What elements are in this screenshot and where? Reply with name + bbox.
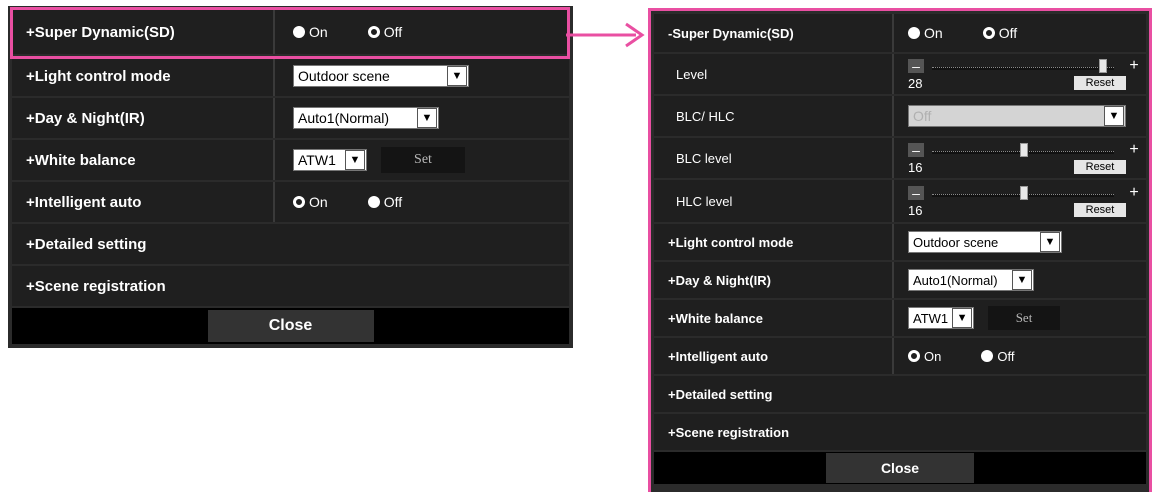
detailed-setting-label[interactable]: +Detailed setting	[12, 224, 569, 264]
white-balance-set-button[interactable]: Set	[381, 147, 465, 173]
row-light-control: +Light control mode Outdoor scene ▼	[12, 56, 569, 98]
select-value: Auto1(Normal)	[298, 110, 390, 126]
radio-dot-icon	[367, 196, 380, 208]
highlight-box	[10, 7, 570, 59]
row-white-balance: +White balance ATW1 ▼ Set	[12, 140, 569, 182]
radio-label: On	[309, 194, 328, 210]
light-control-cell: Outdoor scene ▼	[273, 56, 569, 96]
radio-selected-icon	[293, 196, 305, 208]
row-intelligent-auto: +Intelligent auto On Off	[12, 182, 569, 224]
chevron-down-icon: ▼	[447, 66, 467, 86]
day-night-select[interactable]: Auto1(Normal) ▼	[293, 107, 439, 129]
white-balance-cell: ATW1 ▼ Set	[273, 140, 569, 180]
row-day-night: +Day & Night(IR) Auto1(Normal) ▼	[12, 98, 569, 140]
day-night-label[interactable]: +Day & Night(IR)	[12, 98, 273, 138]
chevron-down-icon: ▼	[417, 108, 437, 128]
light-control-label[interactable]: +Light control mode	[12, 56, 273, 96]
row-detailed-setting: +Detailed setting	[12, 224, 569, 266]
highlight-frame	[648, 8, 1152, 492]
white-balance-select[interactable]: ATW1 ▼	[293, 149, 367, 171]
select-value: ATW1	[298, 152, 336, 168]
intelligent-auto-off-radio[interactable]: Off	[367, 194, 403, 210]
close-button[interactable]: Close	[207, 310, 374, 342]
close-row: Close	[12, 308, 569, 344]
intelligent-auto-label[interactable]: +Intelligent auto	[12, 182, 273, 222]
radio-label: Off	[383, 194, 403, 210]
chevron-down-icon: ▼	[345, 150, 365, 170]
intelligent-auto-options: On Off	[273, 182, 569, 222]
intelligent-auto-on-radio[interactable]: On	[293, 194, 328, 210]
day-night-cell: Auto1(Normal) ▼	[273, 98, 569, 138]
select-value: Outdoor scene	[298, 68, 390, 84]
scene-registration-label[interactable]: +Scene registration	[12, 266, 569, 306]
white-balance-label[interactable]: +White balance	[12, 140, 273, 180]
light-control-select[interactable]: Outdoor scene ▼	[293, 65, 469, 87]
arrow-right-icon	[566, 22, 645, 48]
row-scene-registration: +Scene registration	[12, 266, 569, 308]
